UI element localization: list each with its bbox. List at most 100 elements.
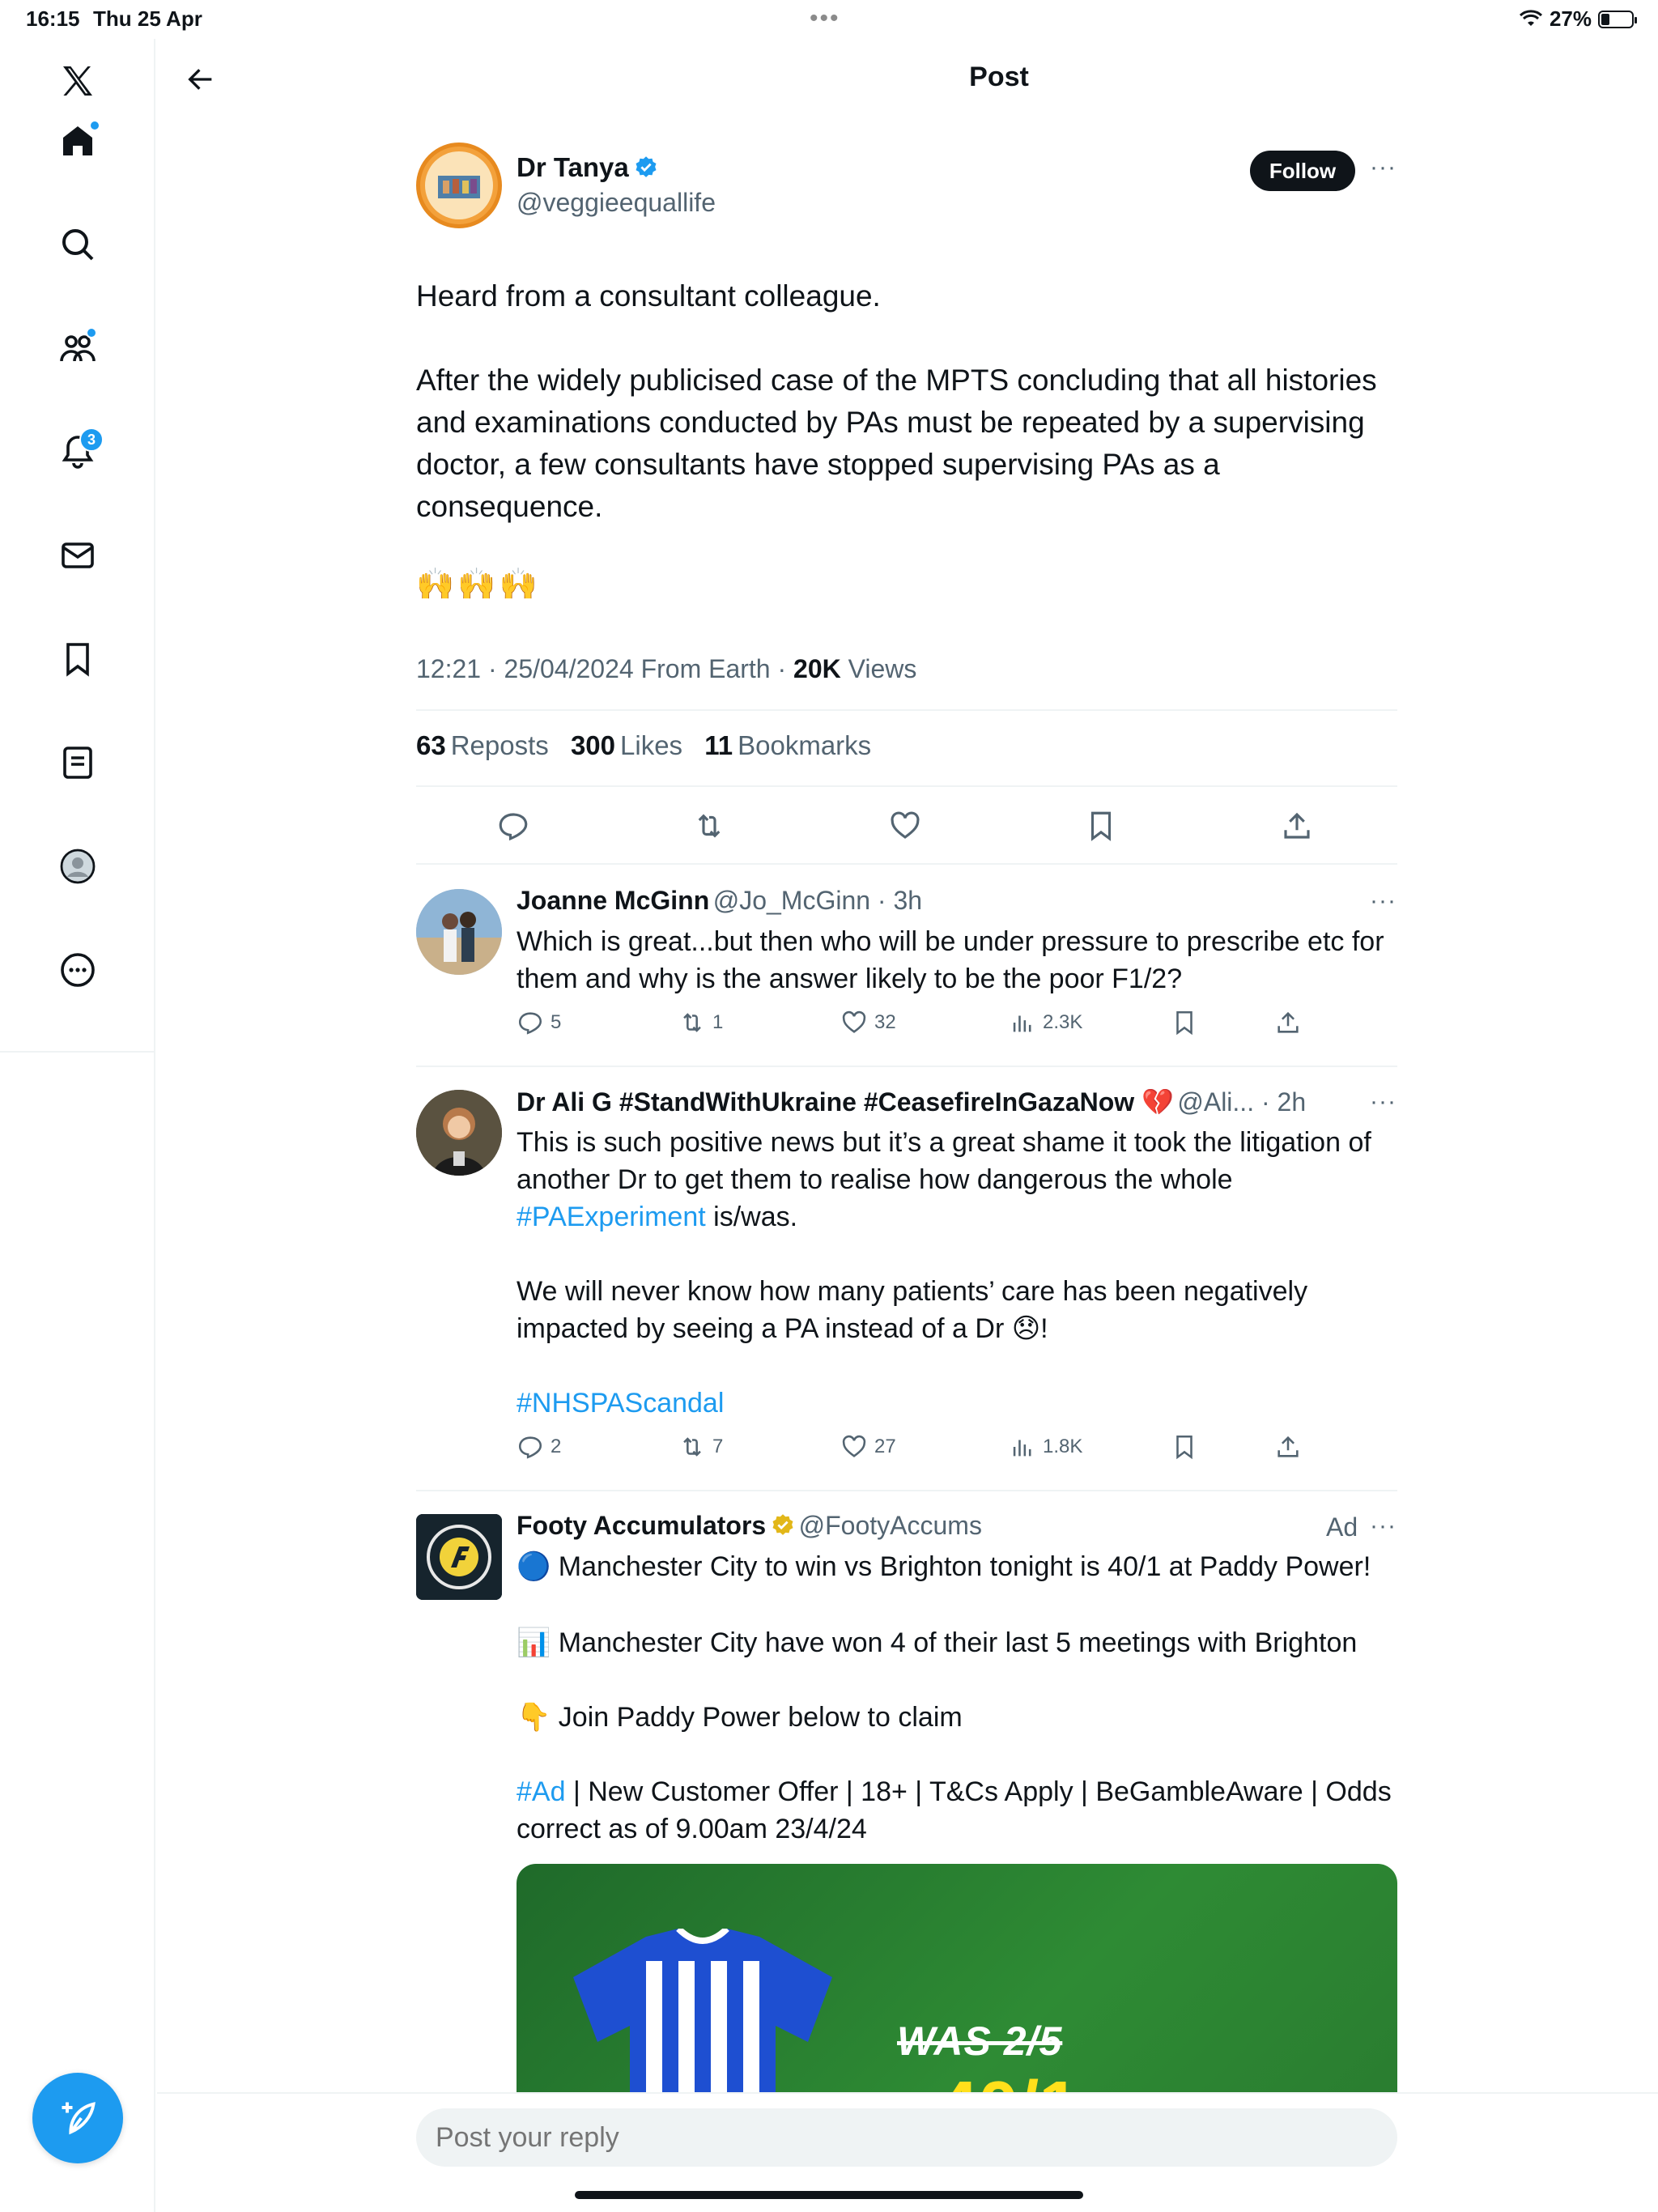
reply-bookmark-button[interactable] — [1171, 1433, 1198, 1461]
bookmarks-icon[interactable] — [52, 633, 104, 685]
football-shirt-image — [573, 1929, 832, 2099]
bookmarks-stat[interactable]: 11 Bookmarks — [704, 730, 871, 760]
share-icon — [1278, 1436, 1299, 1457]
multitasking-dots[interactable]: ••• — [810, 5, 840, 32]
reply-header: Dr Ali G #StandWithUkraine #CeasefireInG… — [517, 1087, 1306, 1117]
reply-text: Which is great...but then who will be un… — [517, 926, 1392, 994]
reply-icon — [518, 1012, 542, 1035]
repost-icon — [698, 814, 721, 838]
author-name-row: Dr Tanya — [517, 152, 658, 183]
repost-button[interactable] — [685, 802, 733, 850]
reply-header: Joanne McGinn @Jo_McGinn · 3h — [517, 886, 922, 916]
post-text: Heard from a consultant colleague. After… — [416, 279, 1377, 523]
ad-more-icon[interactable]: ··· — [1370, 1512, 1397, 1540]
reply-bookmark-button[interactable] — [1171, 1009, 1198, 1036]
home-icon[interactable] — [52, 115, 104, 167]
reply-button[interactable] — [489, 802, 538, 850]
lists-icon[interactable] — [52, 737, 104, 789]
ad-avatar[interactable] — [416, 1514, 502, 1600]
ad-header: Footy Accumulators @FootyAccums — [517, 1511, 982, 1541]
back-button[interactable] — [178, 57, 223, 102]
bookmark-button[interactable] — [1077, 802, 1125, 850]
communities-icon[interactable] — [52, 322, 104, 374]
status-time: 16:15 — [26, 6, 80, 31]
likes-stat[interactable]: 300 Likes — [571, 730, 682, 760]
hashtag-link[interactable]: #Ad — [517, 1776, 566, 1807]
x-logo-icon[interactable] — [52, 55, 104, 107]
bookmark-icon — [1090, 811, 1112, 841]
feather-plus-icon — [62, 2102, 96, 2135]
ad-card-image[interactable]: WAS 2/5 40/1 — [517, 1864, 1397, 2099]
reply-author-handle[interactable]: @Ali... · 2h — [1177, 1087, 1306, 1117]
ad-text-line: 🔵 Manchester City to win vs Brighton ton… — [517, 1551, 1371, 1582]
ad-logo-image — [416, 1514, 502, 1600]
author-handle[interactable]: @veggieequallife — [517, 188, 716, 218]
post-actions — [416, 802, 1397, 850]
bookmark-icon — [1176, 1435, 1192, 1460]
reply-avatar[interactable] — [416, 1090, 502, 1176]
reply-repost-button[interactable]: 1 — [678, 1009, 723, 1036]
ad-author-handle[interactable]: @FootyAccums — [799, 1511, 982, 1540]
reply-more-icon[interactable]: ··· — [1370, 1088, 1397, 1116]
repost-icon — [683, 1437, 701, 1457]
bookmark-icon — [1176, 1010, 1192, 1036]
status-bar: 16:15 Thu 25 Apr ••• 27% — [0, 0, 1658, 39]
hashtag-link[interactable]: #NHSPAScandal — [517, 1388, 724, 1419]
compose-post-button[interactable] — [32, 2073, 123, 2163]
more-options-icon[interactable] — [52, 944, 104, 996]
profile-icon[interactable] — [52, 840, 104, 892]
ad-card-was-odds: WAS 2/5 — [897, 2018, 1063, 2064]
reply-actions: 5 1 32 2.3K — [517, 1009, 1326, 1044]
battery-icon — [1598, 10, 1637, 28]
reply-reply-button[interactable]: 5 — [517, 1009, 561, 1036]
reply-input[interactable] — [416, 2108, 1397, 2167]
ad-author-name[interactable]: Footy Accumulators — [517, 1511, 766, 1540]
reply-share-button[interactable] — [1274, 1433, 1302, 1461]
share-icon — [1284, 812, 1310, 839]
views-chart-icon — [1013, 1015, 1031, 1032]
reply-share-button[interactable] — [1274, 1009, 1302, 1036]
reply-like-button[interactable]: 27 — [840, 1433, 896, 1461]
reply-author-handle[interactable]: @Jo_McGinn · 3h — [713, 886, 922, 915]
reply-reply-button[interactable]: 2 — [517, 1433, 561, 1461]
divider — [416, 785, 1397, 787]
reply-icon — [518, 1436, 542, 1459]
reply-more-icon[interactable]: ··· — [1370, 887, 1397, 915]
page-title: Post — [969, 62, 1029, 92]
reply-views-button[interactable]: 1.8K — [1009, 1433, 1082, 1461]
reply-author-name[interactable]: Dr Ali G #StandWithUkraine #CeasefireInG… — [517, 1087, 1174, 1117]
hashtag-link[interactable]: #PAExperiment — [517, 1202, 706, 1232]
share-icon — [1278, 1011, 1299, 1033]
divider — [416, 1066, 1397, 1067]
status-right: 27% — [1519, 6, 1637, 32]
ad-text-line: 📊 Manchester City have won 4 of their la… — [517, 1627, 1358, 1658]
views-label: Views — [840, 654, 917, 683]
wifi-icon — [1519, 9, 1542, 26]
messages-icon[interactable] — [52, 530, 104, 581]
post-stats: 63 Reposts 300 Likes 11 Bookmarks — [416, 730, 886, 761]
communities-unread-dot — [86, 327, 97, 338]
author-avatar-image — [425, 151, 493, 219]
reply-like-button[interactable]: 32 — [840, 1009, 896, 1036]
share-button[interactable] — [1273, 802, 1321, 850]
follow-button[interactable]: Follow — [1250, 151, 1355, 191]
reply-views-button[interactable]: 2.3K — [1009, 1009, 1082, 1036]
author-name[interactable]: Dr Tanya — [517, 152, 629, 182]
status-date: Thu 25 Apr — [93, 6, 202, 31]
reply-author-name[interactable]: Joanne McGinn — [517, 886, 709, 915]
reposts-stat[interactable]: 63 Reposts — [416, 730, 549, 760]
search-icon[interactable] — [52, 219, 104, 270]
sidebar: 3 — [0, 39, 155, 2212]
reply-actions: 2 7 27 1.8K — [517, 1433, 1326, 1469]
like-button[interactable] — [881, 802, 929, 850]
home-indicator[interactable] — [575, 2191, 1083, 2199]
post-timestamp[interactable]: 12:21 · 25/04/2024 From Earth · — [416, 654, 793, 683]
reply-repost-button[interactable]: 7 — [678, 1433, 723, 1461]
repost-icon — [683, 1013, 701, 1032]
notifications-icon[interactable]: 3 — [52, 426, 104, 478]
reply-icon — [499, 813, 528, 841]
author-avatar[interactable] — [416, 143, 502, 228]
reply-avatar[interactable] — [416, 889, 502, 975]
heart-icon — [842, 1010, 866, 1033]
post-more-icon[interactable]: ··· — [1370, 154, 1397, 181]
